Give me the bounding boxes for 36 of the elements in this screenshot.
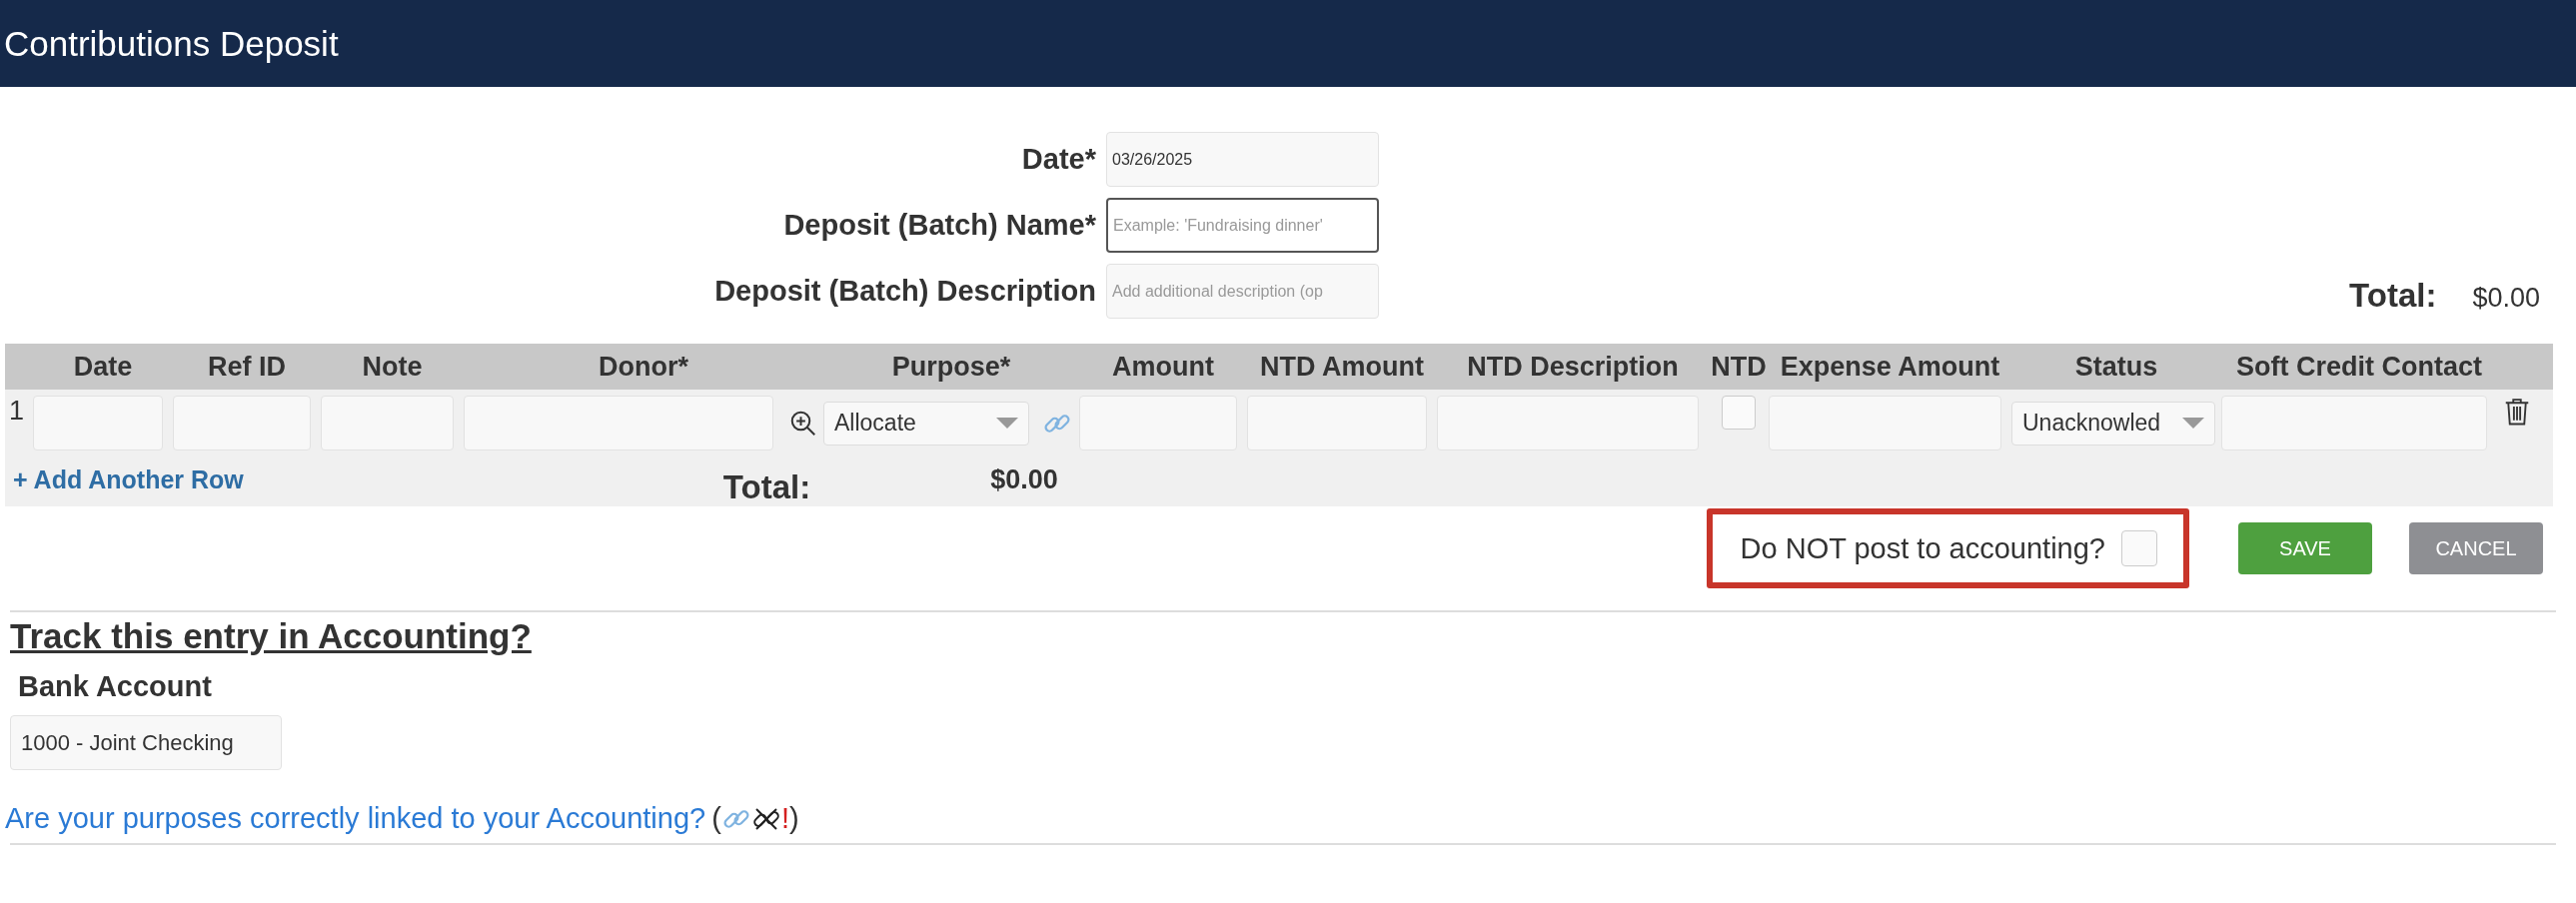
column-header: Soft Credit Contact xyxy=(2235,351,2483,383)
checkbox-label: Do NOT post to accounting? xyxy=(1740,531,2105,565)
input-field[interactable]: Example: 'Fundraising dinner' xyxy=(1106,198,1379,253)
purpose-dropdown[interactable]: Allocate xyxy=(823,401,1029,446)
total-value: $0.00 xyxy=(2472,283,2540,314)
section-heading: Track this entry in Accounting? xyxy=(10,616,532,656)
input-field[interactable]: 03/26/2025 xyxy=(1106,132,1379,187)
checkbox[interactable] xyxy=(1722,396,1756,430)
field-label: Bank Account xyxy=(18,670,213,703)
status-dropdown[interactable]: Unacknowled xyxy=(2011,401,2215,446)
column-header: NTD xyxy=(1710,351,1768,383)
column-header: Status xyxy=(2073,351,2159,383)
total-label: Total: xyxy=(2349,277,2437,315)
parenthesis: ( xyxy=(711,802,721,835)
column-header: Donor* xyxy=(598,351,689,383)
total-value: $0.00 xyxy=(990,463,1058,495)
row-number: 1 xyxy=(8,396,26,427)
add-row-link[interactable]: + Add Another Row xyxy=(13,464,244,494)
column-header: Amount xyxy=(1111,351,1215,383)
column-header: Expense Amount xyxy=(1779,351,2001,383)
parenthesis: ) xyxy=(788,802,799,835)
field-label: Deposit (Batch) Description xyxy=(714,275,1096,308)
column-header: Ref ID xyxy=(207,351,287,383)
column-header: NTD Amount xyxy=(1259,351,1425,383)
checkbox[interactable] xyxy=(2121,530,2157,566)
column-header: NTD Description xyxy=(1466,351,1680,383)
page-title: Contributions Deposit xyxy=(3,23,339,64)
field-label: Deposit (Batch) Name* xyxy=(783,209,1096,242)
bank-account-dropdown[interactable]: 1000 - Joint Checking xyxy=(10,715,282,770)
column-header: Purpose* xyxy=(890,351,1012,383)
column-header: Date xyxy=(72,351,134,383)
field-label: Date* xyxy=(1021,143,1096,176)
column-header: Note xyxy=(361,351,424,383)
warning-mark: ! xyxy=(780,802,789,835)
help-link[interactable]: Are your purposes correctly linked to your Accounting? xyxy=(5,802,706,835)
total-label: Total: xyxy=(722,468,811,506)
